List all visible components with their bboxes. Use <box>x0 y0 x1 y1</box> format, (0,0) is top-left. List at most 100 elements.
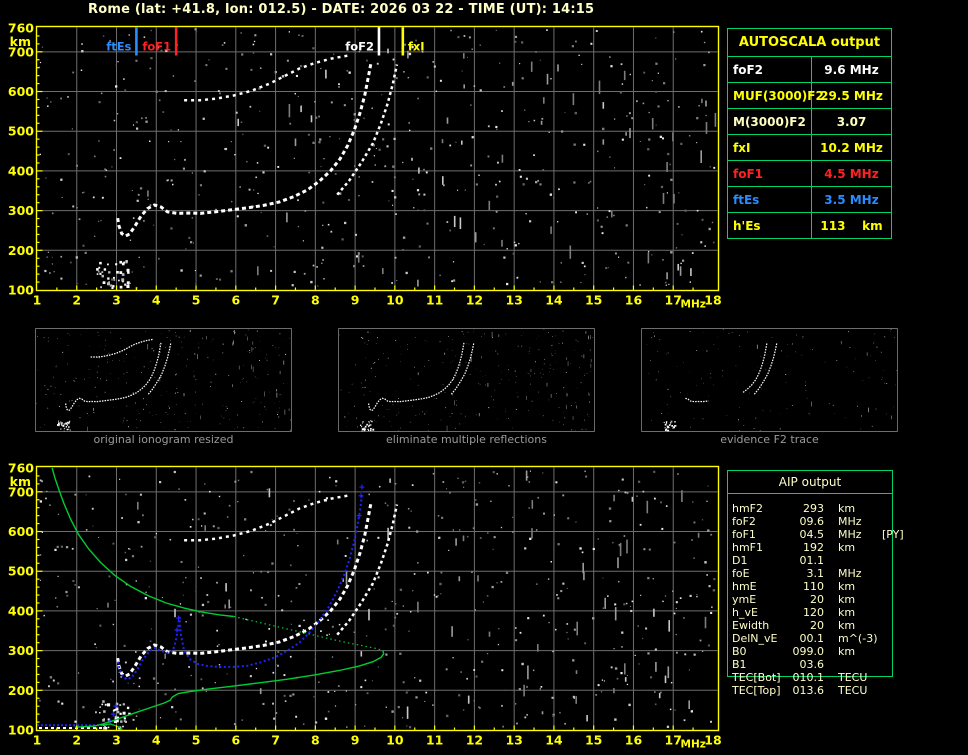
aip-param: hmF1 <box>732 541 764 554</box>
aip-value: 192 <box>803 541 824 554</box>
autoscala-row-M3000F2: M(3000)F2 3.07 <box>728 109 891 135</box>
autoscala-param: foF2 <box>728 57 812 82</box>
y-axis-unit: km <box>10 34 31 49</box>
autoscala-value: 3.5 MHz <box>824 192 879 207</box>
autoscala-output-screen: Rome (lat: +41.8, lon: 012.5) - DATE: 20… <box>0 0 968 755</box>
autoscala-param: h'Es <box>728 213 812 238</box>
x-tick-label: 16 <box>625 293 643 308</box>
x-tick-label: 10 <box>386 293 404 308</box>
autoscala-row-foF2: foF2 9.6 MHz <box>728 57 891 83</box>
aip-param: B0 <box>732 645 747 658</box>
x-tick-label: 7 <box>271 733 280 748</box>
x-tick-label: 6 <box>231 293 240 308</box>
autoscala-row-MUF3000F2: MUF(3000)F2 29.5 MHz <box>728 83 891 109</box>
x-tick-label: 1 <box>33 293 42 308</box>
marker-label-foF2: foF2 <box>345 40 374 54</box>
aip-param: foE <box>732 567 750 580</box>
x-axis-unit: MHz <box>681 299 706 311</box>
autoscala-param: M(3000)F2 <box>728 109 812 134</box>
autoscala-table-title: AUTOSCALA output <box>728 29 891 57</box>
aip-unit: km <box>838 606 856 619</box>
aip-row-DelNvE: DelN_vE 00.1 m^(-3) <box>727 632 907 645</box>
x-tick-label: 3 <box>112 733 121 748</box>
aip-param: hmE <box>732 580 757 593</box>
y-tick-label: 100 <box>8 283 34 298</box>
y-tick-label: 400 <box>8 603 34 618</box>
autoscala-param: MUF(3000)F2 <box>728 83 824 108</box>
aip-row-foE: foE 3.1 MHz <box>727 567 907 580</box>
x-tick-label: 18 <box>704 733 721 748</box>
aip-value: 04.5 <box>799 528 825 541</box>
y-tick-label: 600 <box>8 84 34 99</box>
autoscala-row-ftEs: ftEs 3.5 MHz <box>728 187 891 213</box>
y-tick-label: 500 <box>8 124 34 139</box>
aip-note: [PY] <box>882 528 904 541</box>
aip-param: hmF2 <box>732 502 764 515</box>
autoscala-row-fxI: fxI 10.2 MHz <box>728 135 891 161</box>
aip-row-hmF2: hmF2 293 km <box>727 502 907 515</box>
aip-value: 099.0 <box>792 645 825 658</box>
aip-value: 010.1 <box>792 671 825 684</box>
x-tick-label: 16 <box>625 733 643 748</box>
aip-unit: km <box>838 645 856 658</box>
autoscala-param: foF1 <box>728 161 812 186</box>
autoscala-table: AUTOSCALA output foF2 9.6 MHz MUF(3000)F2 2… <box>727 28 892 239</box>
scaled-frequency-markers: ftEs foF1 foF2 fxI <box>106 27 425 56</box>
x-tick-label: 14 <box>545 293 563 308</box>
x-tick-label: 2 <box>72 733 81 748</box>
aip-value: 03.6 <box>799 658 825 671</box>
grid-lines <box>37 27 718 290</box>
grid-lines <box>37 467 718 730</box>
aip-row-B0: B0 099.0 km <box>727 645 907 658</box>
x-tick-label: 12 <box>466 293 483 308</box>
panel-evidence-f2-trace <box>641 328 898 432</box>
aip-param: D1 <box>732 554 748 567</box>
aip-param: DelN_vE <box>732 632 778 645</box>
aip-row-hmE: hmE 110 km <box>727 580 907 593</box>
autoscala-value: 9.6 MHz <box>824 62 879 77</box>
aip-unit <box>838 554 880 567</box>
aip-unit: MHz <box>838 515 862 528</box>
panel-border <box>641 328 898 432</box>
panel-caption-evidence: evidence F2 trace <box>720 433 819 446</box>
aip-unit: km <box>838 541 856 554</box>
aip-row-Ewidth: Ewidth 20 km <box>727 619 907 632</box>
panel-border <box>338 328 595 432</box>
autoscala-param: fxI <box>728 135 812 160</box>
autoscala-value: 10.2 MHz <box>820 140 883 155</box>
autoscala-param: ftEs <box>728 187 812 212</box>
x-tick-label: 7 <box>271 293 280 308</box>
x-axis-labels: 1 2 3 4 5 6 7 8 9 10 11 12 13 14 15 16 17 18MHz <box>33 293 722 311</box>
aip-unit: km <box>838 502 856 515</box>
aip-value: 20 <box>810 593 824 606</box>
aip-param: TEC[Bot] <box>732 671 781 684</box>
aip-unit <box>838 658 880 671</box>
x-tick-label: 9 <box>351 733 360 748</box>
x-axis-unit: MHz <box>681 739 706 751</box>
x-tick-label: 5 <box>192 733 201 748</box>
aip-value: 293 <box>803 502 824 515</box>
aip-row-D1: D1 01.1 <box>727 554 907 567</box>
aip-unit: km <box>838 619 856 632</box>
x-tick-label: 1 <box>33 733 42 748</box>
x-tick-label: 3 <box>112 293 121 308</box>
aip-value: 09.6 <box>799 515 825 528</box>
autoscala-value: 4.5 MHz <box>824 166 879 181</box>
aip-row-ymE: ymE 20 km <box>727 593 907 606</box>
aip-param: foF2 <box>732 515 756 528</box>
y-tick-label: 500 <box>8 564 34 579</box>
aip-unit: m^(-3) <box>838 632 878 645</box>
x-tick-label: 15 <box>585 733 602 748</box>
aip-unit: TECU <box>838 671 868 684</box>
panel-caption-eliminate: eliminate multiple reflections <box>386 433 547 446</box>
autoscala-row-foF1: foF1 4.5 MHz <box>728 161 891 187</box>
aip-row-TECBot: TEC[Bot] 010.1 TECU <box>727 671 907 684</box>
x-tick-label: 17 <box>665 733 682 748</box>
marker-label-ftEs: ftEs <box>106 40 131 54</box>
aip-value: 00.1 <box>799 632 825 645</box>
aip-unit: km <box>838 593 856 606</box>
aip-param: TEC[Top] <box>732 684 781 697</box>
x-tick-label: 18 <box>704 293 721 308</box>
aip-row-hmF1: hmF1 192 km <box>727 541 907 554</box>
x-tick-label: 2 <box>72 293 81 308</box>
